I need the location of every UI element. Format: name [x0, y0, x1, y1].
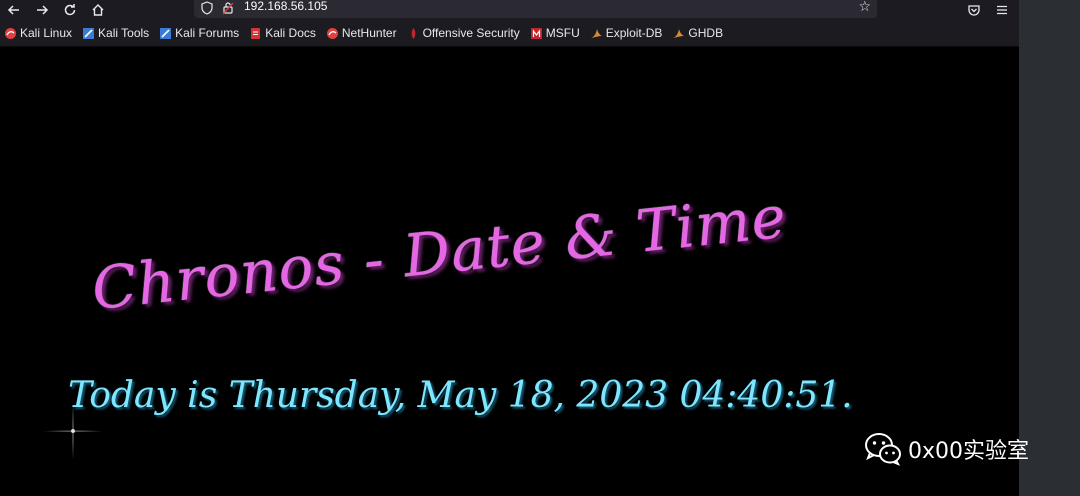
insecure-lock-icon[interactable] [222, 1, 234, 15]
bookmark-nethunter[interactable]: NetHunter [326, 26, 397, 40]
bookmark-kali-tools[interactable]: Kali Tools [82, 26, 149, 40]
reload-button[interactable] [56, 0, 84, 20]
hamburger-menu-icon [997, 5, 1007, 15]
watermark-text: 0x00实验室 [908, 439, 1030, 464]
bookmark-label: Kali Docs [265, 26, 316, 40]
forward-button[interactable] [28, 0, 56, 20]
bookmark-kali-docs[interactable]: Kali Docs [249, 26, 316, 40]
url-text[interactable]: 192.168.56.105 [244, 0, 327, 13]
home-button[interactable] [84, 0, 112, 20]
bookmarks-toolbar: Kali Linux Kali Tools Kali Forums Kali D… [0, 20, 1019, 47]
bookmark-exploit-db[interactable]: Exploit-DB [590, 26, 663, 40]
kali-docs-icon [249, 27, 262, 40]
bookmark-label: Exploit-DB [605, 26, 663, 40]
bookmark-ghdb[interactable]: GHDB [672, 26, 723, 40]
bookmark-offensive-security[interactable]: Offensive Security [407, 26, 520, 40]
kali-tools-icon [82, 27, 95, 40]
reload-icon [64, 4, 76, 16]
bookmark-label: MSFU [545, 26, 580, 40]
bookmark-label: Kali Tools [98, 26, 150, 40]
bookmark-star-icon[interactable]: ☆ [858, 0, 871, 15]
arrow-left-icon [7, 5, 19, 15]
address-bar[interactable]: 192.168.56.105 ☆ [194, 0, 877, 18]
kali-dragon-icon [4, 27, 17, 40]
arrow-right-icon [37, 5, 49, 15]
ghdb-icon [672, 27, 685, 40]
sparkle-icon [42, 402, 104, 462]
shield-icon[interactable] [200, 1, 214, 15]
watermark: 0x00实验室 [864, 432, 1029, 466]
kali-forums-icon [159, 27, 172, 40]
bookmark-kali-linux[interactable]: Kali Linux [4, 26, 72, 40]
nethunter-icon [326, 27, 339, 40]
bookmark-msfu[interactable]: MSFU [530, 26, 580, 40]
offsec-icon [407, 27, 420, 40]
background-window-strip [1019, 0, 1080, 496]
bookmark-label: Offensive Security [422, 26, 520, 40]
browser-toolbar: 192.168.56.105 ☆ [0, 0, 1019, 20]
home-icon [92, 4, 104, 16]
bookmark-label: Kali Linux [20, 26, 73, 40]
exploit-db-icon [590, 27, 603, 40]
date-time-display: Today is Thursday, May 18, 2023 04:40:51… [68, 375, 853, 416]
back-button[interactable] [0, 0, 28, 20]
bookmark-label: NetHunter [341, 26, 397, 40]
bookmark-label: GHDB [688, 26, 724, 40]
bookmark-kali-forums[interactable]: Kali Forums [159, 26, 239, 40]
menu-button[interactable] [988, 0, 1016, 20]
pocket-button[interactable] [960, 0, 988, 20]
pocket-icon [968, 5, 980, 16]
wechat-icon [865, 433, 901, 466]
msfu-icon [530, 27, 543, 40]
bookmark-label: Kali Forums [175, 26, 240, 40]
toolbar-right [960, 0, 1016, 20]
